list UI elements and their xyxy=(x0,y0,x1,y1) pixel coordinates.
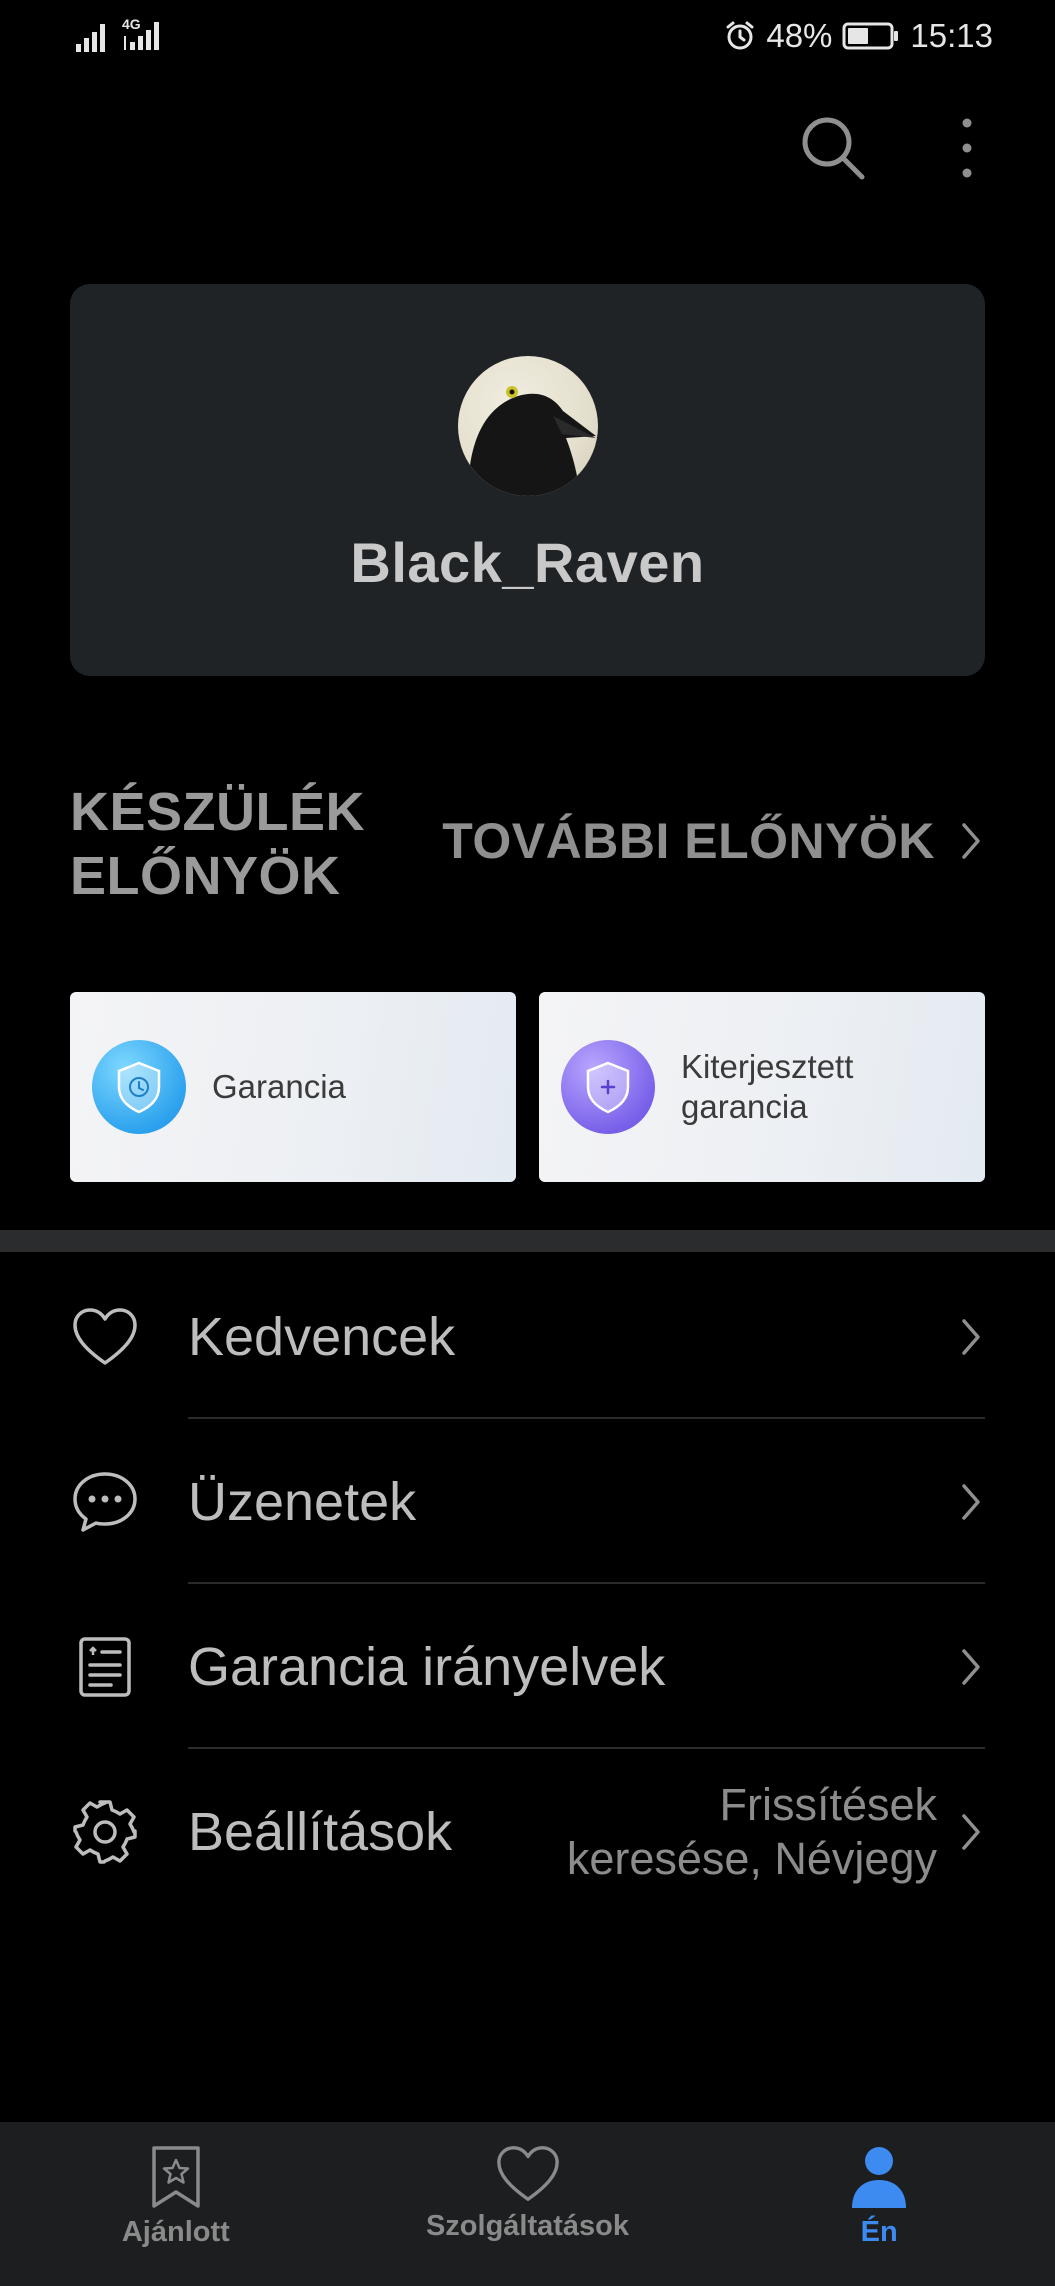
nav-tab-label: Szolgáltatások xyxy=(425,2210,630,2242)
warranty-label: Garancia xyxy=(212,1068,346,1105)
username: Black_Raven xyxy=(350,531,705,594)
more-options-button[interactable] xyxy=(931,112,1003,184)
top-actions xyxy=(797,112,1003,184)
nav-tab-label: Ajánlott xyxy=(121,2216,230,2248)
search-button[interactable] xyxy=(797,112,869,184)
search-icon xyxy=(802,117,865,180)
chevron-right-icon xyxy=(962,823,980,859)
section-divider xyxy=(0,1230,1055,1252)
menu-item-favorites[interactable]: Kedvencek xyxy=(0,1254,1055,1419)
bookmark-star-icon xyxy=(152,2146,200,2208)
chevron-right-icon xyxy=(962,1648,980,1685)
avatar[interactable] xyxy=(457,356,598,496)
extended-warranty-card[interactable]: Kiterjesztett garancia xyxy=(539,992,985,1182)
menu-item-settings[interactable]: Beállítások Frissítések keresése, Névjeg… xyxy=(0,1749,1055,1914)
status-bar: 4G 48% 15:13 xyxy=(0,0,1055,72)
clock: 15:13 xyxy=(910,17,993,54)
heart-icon xyxy=(496,2146,559,2201)
chevron-right-icon xyxy=(962,1483,980,1520)
warranty-shield-icon xyxy=(92,1040,186,1134)
settings-subtitle: Frissítések keresése, Névjegy xyxy=(566,1778,937,1884)
battery-icon xyxy=(842,22,899,50)
more-benefits-link[interactable]: TOVÁBBI ELŐNYÖK xyxy=(442,812,981,870)
signal-4g-icon: 4G xyxy=(122,16,172,52)
signal-indicators: 4G xyxy=(76,16,172,52)
app-screen: 4G 48% 15:13 Black_Raven KÉSZÜLÉK ELŐNYÖ… xyxy=(0,0,1055,2286)
profile-card[interactable]: Black_Raven xyxy=(70,284,985,676)
more-benefits-label: TOVÁBBI ELŐNYÖK xyxy=(442,813,935,869)
battery-percent: 48% xyxy=(766,17,833,54)
heart-icon xyxy=(70,1302,140,1372)
signal-icon xyxy=(76,24,105,52)
menu-item-label: Kedvencek xyxy=(188,1306,456,1367)
menu-item-warranty-policies[interactable]: Garancia irányelvek xyxy=(0,1584,1055,1749)
person-icon xyxy=(852,2147,907,2208)
nav-tab-me[interactable]: Én xyxy=(703,2122,1055,2249)
nav-tab-label: Én xyxy=(860,2216,898,2248)
bottom-navigation: Ajánlott Szolgáltatások Én xyxy=(0,2122,1055,2286)
raven-avatar-image xyxy=(467,386,596,496)
alarm-icon xyxy=(726,21,754,50)
extended-warranty-label: Kiterjesztett garancia xyxy=(681,1048,854,1125)
menu-item-messages[interactable]: Üzenetek xyxy=(0,1419,1055,1584)
device-benefits-title: KÉSZÜLÉK ELŐNYÖK xyxy=(70,782,366,906)
extended-warranty-shield-icon xyxy=(561,1040,655,1134)
menu-item-label: Beállítások xyxy=(188,1801,453,1862)
chevron-right-icon xyxy=(962,1813,980,1850)
warranty-card[interactable]: Garancia xyxy=(70,992,516,1182)
menu-item-label: Üzenetek xyxy=(188,1471,417,1532)
chevron-right-icon xyxy=(962,1318,980,1355)
policy-document-icon xyxy=(70,1632,140,1702)
gear-icon xyxy=(70,1797,140,1867)
status-right: 48% 15:13 xyxy=(724,17,993,55)
more-vertical-icon xyxy=(962,118,972,178)
nav-tab-recommended[interactable]: Ajánlott xyxy=(0,2122,352,2249)
menu-item-label: Garancia irányelvek xyxy=(188,1636,666,1697)
nav-tab-services[interactable]: Szolgáltatások xyxy=(352,2122,704,2243)
message-icon xyxy=(70,1467,140,1537)
